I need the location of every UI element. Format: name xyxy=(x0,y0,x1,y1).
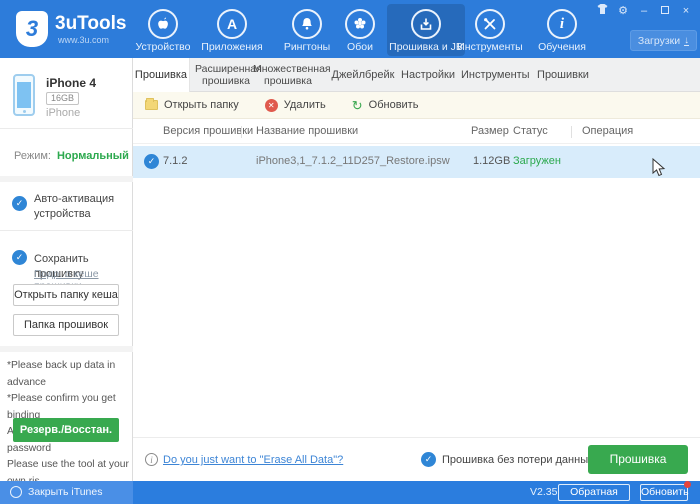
feedback-button[interactable]: Обратная связь xyxy=(558,484,630,504)
close-itunes-label: Закрыть iTunes xyxy=(28,486,103,498)
device-name: iPhone 4 xyxy=(46,76,97,90)
column-size: Размер xyxy=(471,125,509,137)
device-mode: Режим: Нормальный xyxy=(14,150,129,162)
column-status: Статус xyxy=(513,125,548,137)
footer-actions: i Do you just want to "Erase All Data"? … xyxy=(133,437,700,481)
app-url: www.3u.com xyxy=(58,35,110,45)
theme-icon[interactable] xyxy=(596,4,608,17)
main-content: Прошивка Расширенная прошивка Множествен… xyxy=(133,58,700,481)
appstore-icon: A xyxy=(217,9,247,39)
table-header: Версия прошивки Название прошивки Размер… xyxy=(133,119,700,144)
open-cache-folder-button[interactable]: Открыть папку кеша xyxy=(13,284,119,306)
erase-all-data-link[interactable]: Do you just want to "Erase All Data"? xyxy=(163,454,343,466)
nav-label: Инструменты xyxy=(457,41,523,53)
nav-item-tools[interactable]: Инструменты xyxy=(450,4,530,56)
appstore-glyph: A xyxy=(226,16,238,32)
wallpaper-icon xyxy=(345,9,375,39)
no-data-loss-label: Прошивка без потери данных xyxy=(442,454,594,466)
warning-line: *Please back up data in advance xyxy=(7,360,116,388)
nav-item-tutorials[interactable]: i Обучения xyxy=(522,4,602,56)
row-status: Загружен xyxy=(513,155,561,167)
mode-label: Режим: xyxy=(14,150,51,162)
update-notification-dot xyxy=(684,481,691,488)
info-glyph: i xyxy=(559,15,565,32)
refresh-button[interactable]: ↻ Обновить xyxy=(352,99,419,112)
download-icon: ↓ xyxy=(684,34,690,46)
header: 3 3uTools www.3u.com Устройство A Прилож… xyxy=(0,0,700,58)
open-folder-button[interactable]: Открыть папку xyxy=(145,98,239,111)
tab-advanced-flash[interactable]: Расширенная прошивка xyxy=(195,58,262,92)
auto-activation-label: Авто-активация устройства xyxy=(34,193,115,220)
close-itunes-area[interactable]: Закрыть iTunes xyxy=(0,481,133,504)
tab-jailbreak[interactable]: Джейлбрейк xyxy=(331,58,395,92)
column-operation: Операция xyxy=(582,125,634,137)
no-data-loss-check-icon[interactable]: ✓ xyxy=(421,452,436,467)
downloads-label: Загрузки xyxy=(637,34,681,47)
close-itunes-radio-icon[interactable] xyxy=(10,486,22,498)
refresh-icon: ↻ xyxy=(351,97,363,113)
nav-label: Приложения xyxy=(201,41,263,53)
nav-label: Устройство xyxy=(135,41,191,53)
device-capacity-badge: 16GB xyxy=(46,92,80,105)
erase-info-icon: i xyxy=(145,453,158,466)
tools-icon xyxy=(475,9,505,39)
tab-tools[interactable]: Инструменты xyxy=(461,58,530,92)
delete-label: Удалить xyxy=(283,99,326,111)
status-bar: Закрыть iTunes V2.35 Обратная связь Обно… xyxy=(0,481,700,504)
settings-gear-icon[interactable]: ⚙ xyxy=(617,4,629,17)
auto-activation-check-icon[interactable]: ✓ xyxy=(12,196,27,211)
row-name: iPhone3,1_7.1.2_11D257_Restore.ipsw xyxy=(256,155,450,167)
minimize-icon[interactable]: – xyxy=(638,5,650,17)
delete-button[interactable]: ✕ Удалить xyxy=(264,98,326,112)
firmware-icon xyxy=(411,9,441,39)
save-firmware-check-icon[interactable]: ✓ xyxy=(12,250,27,265)
info-icon: i xyxy=(547,9,577,39)
app-title: 3uTools xyxy=(55,13,127,34)
backup-restore-button[interactable]: Резерв./Восстан. xyxy=(13,418,119,442)
tab-firmware[interactable]: Прошивка xyxy=(133,58,190,92)
logo-mark: 3 xyxy=(25,16,39,41)
app-window: 3 3uTools www.3u.com Устройство A Прилож… xyxy=(0,0,700,504)
version-label: V2.35 xyxy=(530,486,558,498)
tab-bar: Прошивка Расширенная прошивка Множествен… xyxy=(133,58,700,92)
logo-icon: 3 xyxy=(16,11,48,47)
toolbar: Открыть папку ✕ Удалить ↻ Обновить xyxy=(133,92,700,119)
maximize-icon[interactable] xyxy=(659,5,671,17)
iphone-icon xyxy=(13,74,35,116)
window-controls: ⚙ – × xyxy=(596,4,692,17)
column-name: Название прошивки xyxy=(256,125,359,137)
column-version: Версия прошивки xyxy=(163,125,254,137)
row-selected-check-icon[interactable]: ✓ xyxy=(144,154,159,169)
row-size: 1.12GB xyxy=(473,155,511,167)
folder-icon xyxy=(145,98,158,110)
flash-button[interactable]: Прошивка xyxy=(588,445,688,474)
mode-value: Нормальный xyxy=(56,150,129,162)
update-button[interactable]: Обновить xyxy=(640,484,689,501)
device-model: iPhone xyxy=(46,107,81,119)
bell-icon xyxy=(292,9,322,39)
delete-icon: ✕ xyxy=(264,98,278,112)
sidebar: iPhone 4 16GB iPhone Режим: Нормальный ✓ … xyxy=(0,58,133,487)
nav-item-device[interactable]: Устройство xyxy=(123,4,203,56)
close-icon[interactable]: × xyxy=(680,5,692,17)
tab-settings[interactable]: Настройки xyxy=(398,58,458,92)
nav-item-apps[interactable]: A Приложения xyxy=(192,4,272,56)
tab-firmwares[interactable]: Прошивки xyxy=(535,58,591,92)
apple-icon xyxy=(148,9,178,39)
nav-label: Обучения xyxy=(538,41,586,53)
tab-multiple-flash[interactable]: Множественная прошивка xyxy=(253,58,331,92)
refresh-label: Обновить xyxy=(368,99,419,111)
mouse-cursor xyxy=(651,157,667,183)
downloads-button[interactable]: Загрузки ↓ xyxy=(630,30,697,51)
table-row[interactable]: ✓ 7.1.2 iPhone3,1_7.1.2_11D257_Restore.i… xyxy=(133,146,700,178)
row-version: 7.1.2 xyxy=(163,155,188,167)
firmware-folder-button[interactable]: Папка прошивок xyxy=(13,314,119,336)
open-folder-label: Открыть папку xyxy=(164,99,239,111)
